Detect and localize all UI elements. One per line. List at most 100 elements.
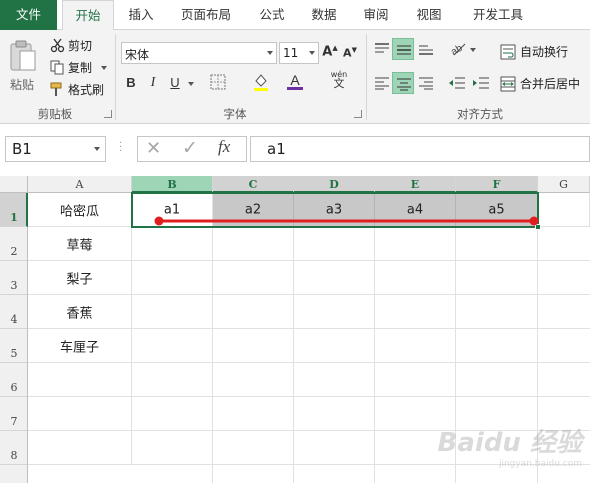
ribbon-tab-bar: 文件 开始 插入 页面布局 公式 数据 审阅 视图 开发工具 — [0, 0, 590, 31]
font-launcher-icon[interactable] — [354, 110, 362, 118]
tab-review[interactable]: 审阅 — [354, 0, 398, 30]
cell-a4[interactable]: 香蕉 — [28, 295, 132, 329]
group-divider — [115, 34, 116, 120]
copy-icon — [50, 60, 64, 75]
decrease-indent-icon[interactable] — [448, 76, 466, 90]
insert-function-icon[interactable]: fx — [218, 137, 230, 157]
cell-a1[interactable]: 哈密瓜 — [28, 193, 132, 227]
cell-a2[interactable]: 草莓 — [28, 227, 132, 261]
column-header-e[interactable]: E — [375, 176, 456, 193]
phonetic-button[interactable]: wén 文 — [328, 70, 350, 89]
cut-label: 剪切 — [68, 39, 93, 53]
row-header-9[interactable] — [0, 465, 28, 483]
column-header-b[interactable]: B — [132, 176, 213, 193]
tab-file[interactable]: 文件 — [0, 0, 57, 30]
align-middle-icon — [397, 45, 411, 55]
select-all-corner[interactable] — [0, 176, 28, 193]
tab-home[interactable]: 开始 — [62, 0, 114, 31]
align-top-icon[interactable] — [374, 42, 390, 56]
column-header-a[interactable]: A — [28, 176, 132, 193]
row-header-8[interactable]: 8 — [0, 431, 28, 465]
merge-center-label: 合并后居中 — [520, 77, 581, 91]
font-name-select[interactable]: 宋体 — [121, 42, 277, 64]
bold-button[interactable]: B — [124, 75, 138, 90]
enter-icon[interactable]: ✓ — [182, 137, 198, 159]
grow-font-icon[interactable]: A▲ — [322, 44, 338, 59]
copy-dropdown-icon[interactable] — [101, 66, 107, 70]
cell-a3[interactable]: 梨子 — [28, 261, 132, 295]
cell-a8[interactable] — [28, 431, 132, 465]
clipboard-launcher-icon[interactable] — [104, 110, 112, 118]
font-group-label: 字体 — [223, 107, 247, 121]
shrink-font-icon[interactable]: A▼ — [342, 46, 358, 60]
row-header-6[interactable]: 6 — [0, 363, 28, 397]
orientation-dropdown-icon[interactable] — [470, 48, 476, 52]
italic-button[interactable]: I — [146, 75, 160, 91]
row-number: 2 — [10, 245, 18, 258]
chevron-down-icon — [267, 51, 273, 55]
row-header-5[interactable]: 5 — [0, 329, 28, 363]
ribbon-home: 粘贴 剪切 复制 格式刷 剪贴板 宋体 11 A▲ A▼ B I U A wén… — [0, 30, 590, 124]
row-header-3[interactable]: 3 — [0, 261, 28, 295]
row-number: 7 — [10, 415, 18, 428]
row-header-2[interactable]: 2 — [0, 227, 28, 261]
format-painter-button[interactable]: 格式刷 — [50, 80, 110, 100]
tab-view[interactable]: 视图 — [407, 0, 451, 30]
cut-button[interactable]: 剪切 — [50, 36, 110, 56]
font-size-value: 11 — [283, 46, 299, 60]
cell-a5[interactable]: 车厘子 — [28, 329, 132, 363]
underline-dropdown-icon[interactable] — [188, 82, 194, 86]
paste-icon — [10, 40, 36, 71]
formula-input[interactable]: a1 — [250, 136, 590, 162]
cell-a7[interactable] — [28, 397, 132, 431]
merge-center-icon — [500, 76, 516, 92]
merge-center-button[interactable]: 合并后居中 — [500, 74, 588, 94]
tab-page-layout[interactable]: 页面布局 — [170, 0, 242, 30]
column-header-f[interactable]: F — [456, 176, 538, 193]
wrap-text-button[interactable]: 自动换行 — [500, 42, 580, 62]
column-header-g[interactable]: G — [538, 176, 590, 193]
align-middle-button[interactable] — [392, 38, 414, 60]
formula-buttons: ✕ ✓ fx — [137, 136, 247, 162]
tab-data[interactable]: 数据 — [302, 0, 346, 30]
fill-color-icon[interactable] — [252, 72, 270, 92]
row-number: 5 — [10, 347, 18, 360]
underline-button[interactable]: U — [168, 75, 182, 90]
tab-formulas[interactable]: 公式 — [250, 0, 294, 30]
font-size-select[interactable]: 11 — [279, 42, 319, 64]
align-center-button[interactable] — [392, 72, 414, 94]
borders-icon[interactable] — [210, 74, 226, 90]
cell-value: 草莓 — [66, 238, 93, 253]
row-header-1[interactable]: 1 — [0, 193, 28, 227]
row-header-7[interactable]: 7 — [0, 397, 28, 431]
orientation-icon[interactable]: ab — [448, 40, 468, 56]
name-box[interactable]: B1 — [5, 136, 106, 162]
chevron-down-icon — [309, 51, 315, 55]
paste-label: 粘贴 — [10, 78, 35, 92]
chevron-down-icon — [94, 147, 100, 151]
align-right-icon[interactable] — [418, 76, 434, 90]
row-number: 4 — [10, 313, 18, 326]
cell-a6[interactable] — [28, 363, 132, 397]
column-header-d[interactable]: D — [294, 176, 375, 193]
format-painter-label: 格式刷 — [68, 83, 105, 97]
cell-value: 梨子 — [66, 272, 93, 287]
alignment-group-label: 对齐方式 — [457, 107, 503, 121]
align-left-icon[interactable] — [374, 76, 390, 90]
column-header-c[interactable]: C — [213, 176, 294, 193]
cell-value: 哈密瓜 — [59, 204, 99, 219]
paste-button[interactable]: 粘贴 — [8, 38, 42, 98]
cancel-icon[interactable]: ✕ — [146, 138, 161, 159]
increase-indent-icon[interactable] — [472, 76, 490, 90]
group-divider — [366, 34, 367, 120]
row-number: 6 — [10, 381, 18, 394]
splitter-handle-icon[interactable]: · · · — [119, 139, 122, 157]
tab-insert[interactable]: 插入 — [118, 0, 164, 30]
row-header-4[interactable]: 4 — [0, 295, 28, 329]
align-bottom-icon[interactable] — [418, 42, 434, 56]
copy-button[interactable]: 复制 — [50, 58, 110, 78]
font-color-button[interactable]: A — [287, 72, 303, 90]
watermark: Baidu 经验 jingyan.baidu.com — [438, 422, 582, 469]
wrap-text-label: 自动换行 — [520, 45, 569, 59]
tab-developer[interactable]: 开发工具 — [462, 0, 534, 30]
